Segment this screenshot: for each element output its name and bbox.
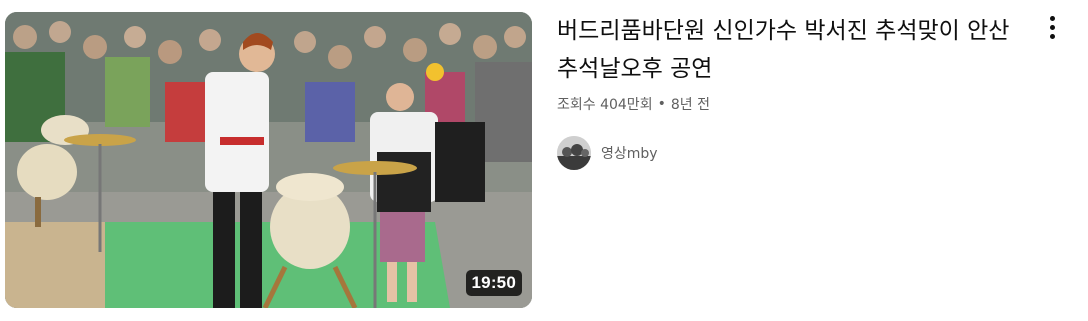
more-dot [1049, 15, 1055, 21]
more-dot [1049, 33, 1055, 39]
channel-avatar[interactable] [557, 136, 591, 170]
video-result-card[interactable]: 19:50 버드리품바단원 신인가수 박서진 추석맞이 안산 추석날오후 공연 … [0, 0, 1088, 321]
video-metadata: 조회수 404만회 • 8년 전 [557, 94, 1017, 114]
channel-info[interactable]: 영상mby [557, 136, 1017, 170]
thumbnail-image [5, 12, 532, 308]
meta-separator: • [657, 96, 666, 112]
view-count: 조회수 404만회 [557, 97, 653, 113]
video-thumbnail[interactable]: 19:50 [5, 12, 532, 308]
channel-name[interactable]: 영상mby [601, 143, 658, 163]
more-vert-icon[interactable] [1040, 12, 1064, 42]
upload-age: 8년 전 [670, 97, 710, 113]
more-dot [1049, 24, 1055, 30]
channel-avatar-image [557, 136, 591, 170]
duration-badge: 19:50 [465, 270, 522, 296]
video-details: 버드리품바단원 신인가수 박서진 추석맞이 안산 추석날오후 공연 조회수 40… [557, 12, 1017, 170]
video-title[interactable]: 버드리품바단원 신인가수 박서진 추석맞이 안산 추석날오후 공연 [557, 12, 1017, 88]
